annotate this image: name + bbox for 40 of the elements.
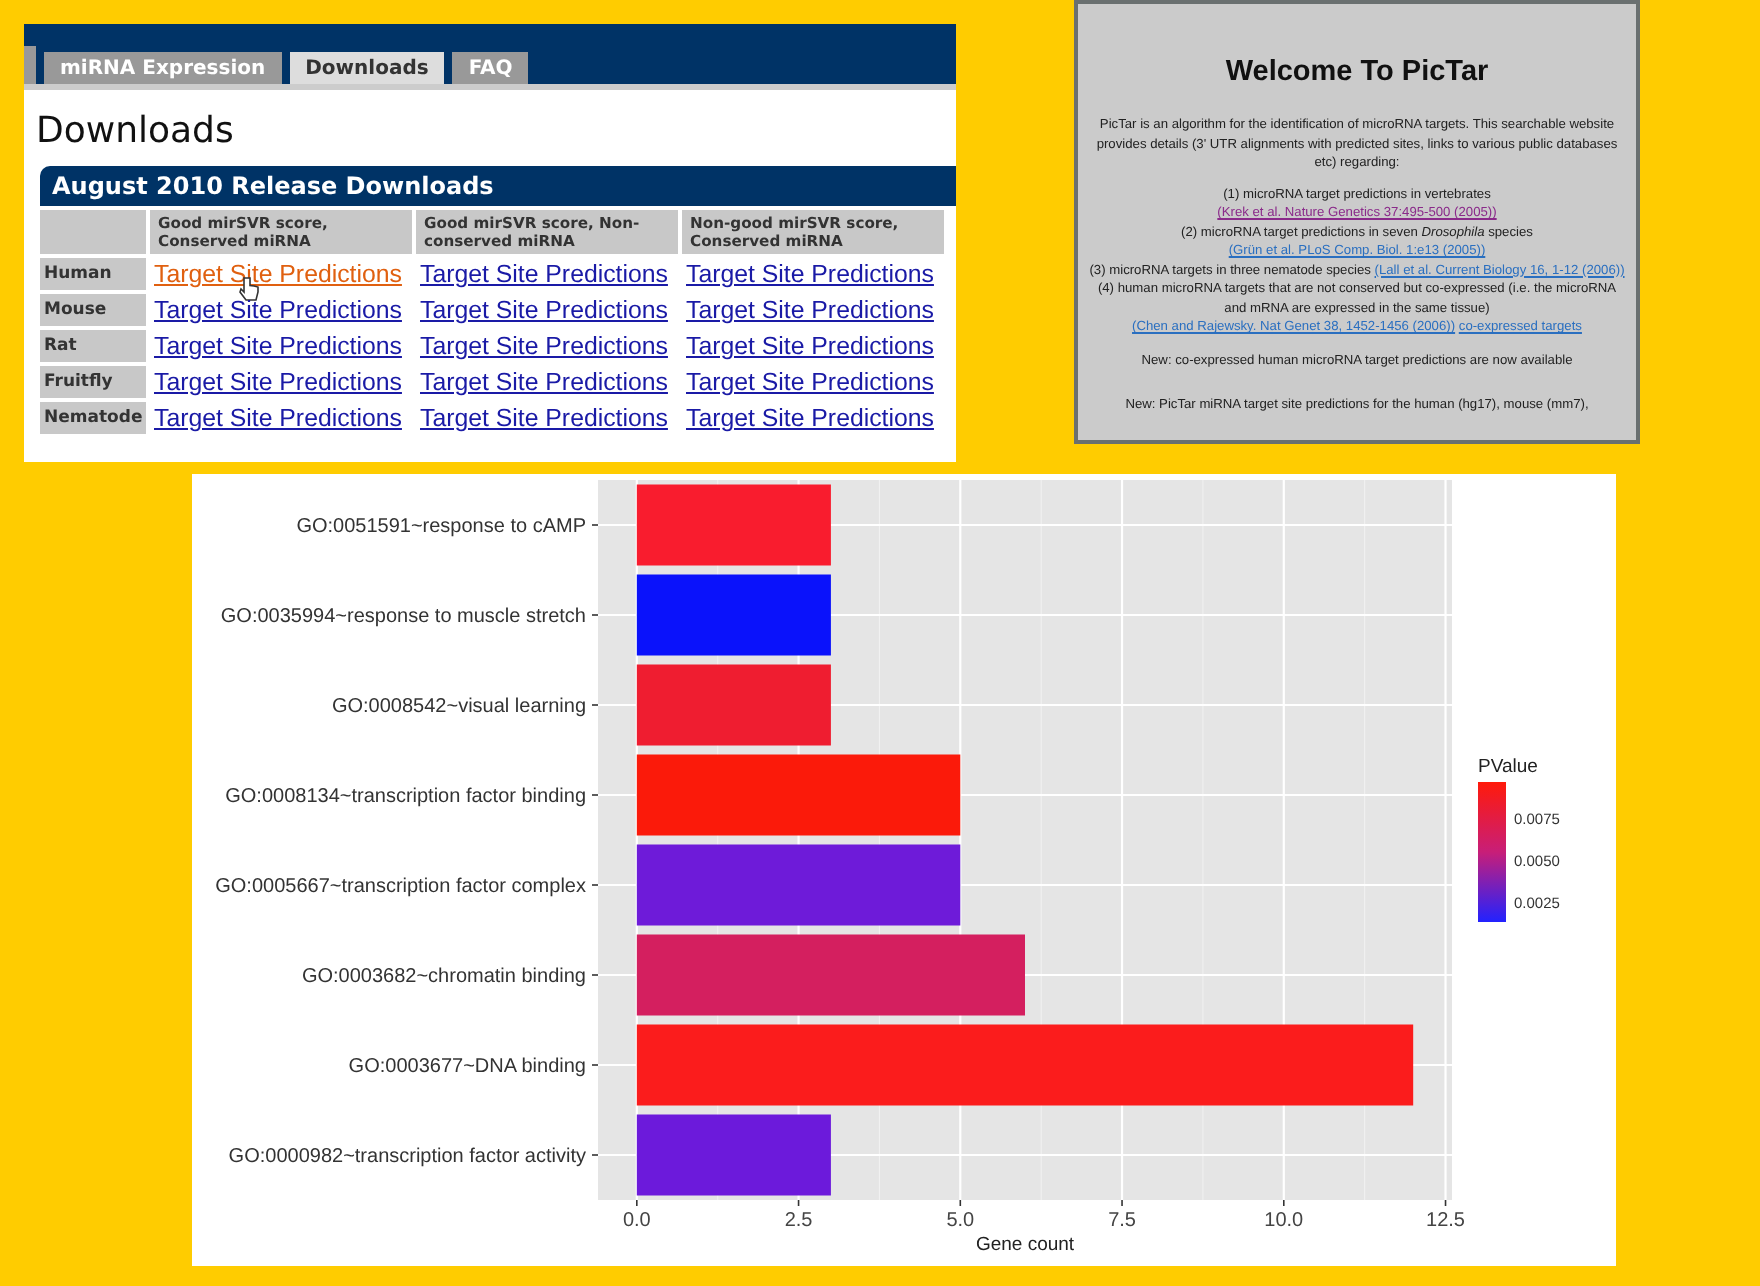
download-link[interactable]: Target Site Predictions — [416, 366, 678, 399]
category-label: GO:0005667~transcription factor complex — [215, 876, 586, 898]
category-label: GO:0000982~transcription factor activity — [228, 1146, 586, 1168]
tick-label: 10.0 — [1264, 1210, 1304, 1232]
legend-title: PValue — [1478, 756, 1538, 778]
category-label: GO:0051591~response to cAMP — [296, 516, 586, 538]
download-link[interactable]: Target Site Predictions — [416, 330, 678, 363]
download-link[interactable]: Target Site Predictions — [150, 294, 412, 327]
tick-label: 5.0 — [946, 1210, 975, 1232]
category-label: GO:0008134~transcription factor binding — [225, 786, 586, 808]
download-link[interactable]: Target Site Predictions — [682, 330, 944, 363]
row-header: Fruitfly — [40, 366, 146, 399]
download-link[interactable]: Target Site Predictions — [416, 258, 678, 291]
axis-title: Gene count — [975, 1234, 1075, 1256]
category-label: GO:0003682~chromatin binding — [301, 966, 586, 988]
download-link[interactable]: Target Site Predictions — [682, 366, 944, 399]
page-heading: Downloads — [36, 110, 236, 152]
download-link[interactable]: Target Site Predictions — [682, 258, 944, 291]
tick-label: 7.5 — [1108, 1210, 1136, 1232]
tick-label: 0.0 — [622, 1210, 651, 1232]
row-header: Rat — [40, 330, 146, 363]
nav-tab[interactable]: Downloads — [289, 52, 445, 84]
download-link[interactable]: Target Site Predictions — [150, 366, 412, 399]
category-label: GO:0008542~visual learning — [331, 696, 586, 718]
download-link[interactable]: Target Site Predictions — [682, 294, 944, 327]
tick-label: 2.5 — [784, 1210, 813, 1232]
download-link[interactable]: Target Site Predictions — [150, 402, 412, 435]
tick-label: 12.5 — [1426, 1210, 1465, 1232]
row-header: Nematode — [40, 402, 146, 435]
row-header: Mouse — [40, 294, 146, 327]
download-link[interactable]: Target Site Predictions — [416, 294, 678, 327]
download-link[interactable]: Target Site Predictions — [682, 402, 944, 435]
category-label: GO:0003677~DNA binding — [348, 1056, 586, 1078]
welcome-title: Welcome To PicTar — [1223, 56, 1491, 88]
download-link[interactable]: Target Site Predictions — [150, 330, 412, 363]
download-link[interactable]: Target Site Predictions — [416, 402, 678, 435]
category-label: GO:0035994~response to muscle stretch — [220, 606, 586, 628]
table-title: August 2010 Release Downloads — [40, 166, 956, 206]
row-header: Human — [40, 258, 146, 291]
download-link[interactable]: Target Site Predictions — [150, 258, 412, 291]
